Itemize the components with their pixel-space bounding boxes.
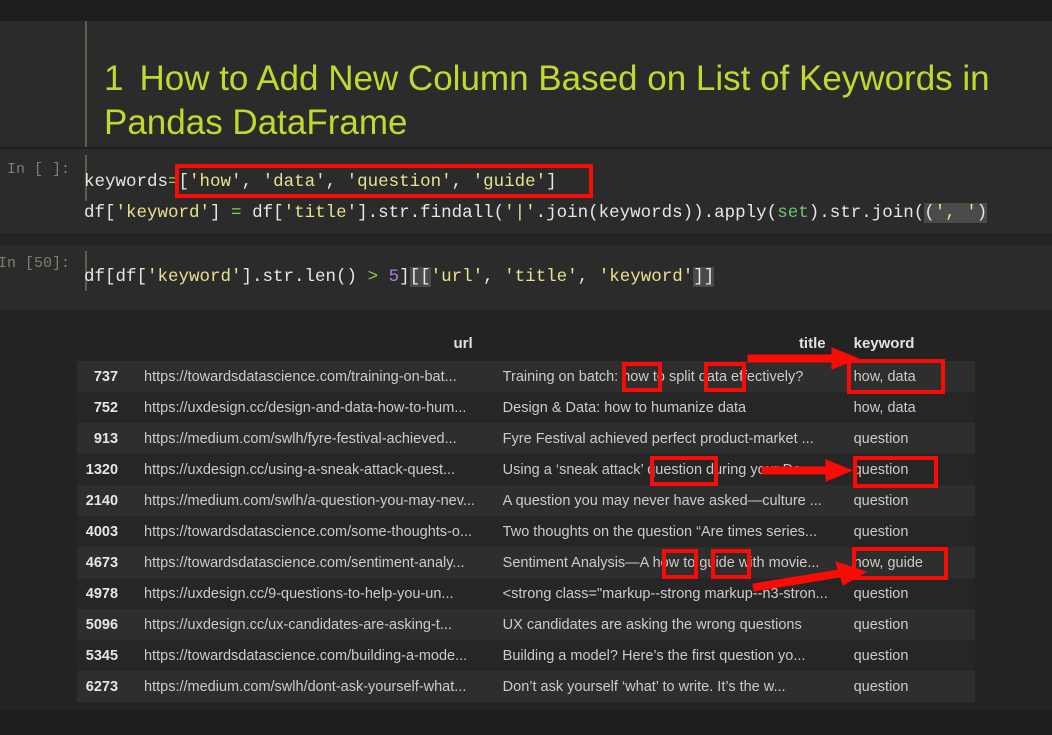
row-keyword: how, data bbox=[842, 392, 975, 423]
row-keyword: question bbox=[842, 609, 975, 640]
row-title: Training on batch: how to split data eff… bbox=[487, 361, 842, 392]
table-row: 2140 https://medium.com/swlh/a-question-… bbox=[77, 485, 975, 516]
table-row: 752 https://uxdesign.cc/design-and-data-… bbox=[77, 392, 975, 423]
row-keyword: how, guide bbox=[842, 547, 975, 578]
row-url: https://towardsdatascience.com/building-… bbox=[130, 640, 487, 671]
table-row: 913 https://medium.com/swlh/fyre-festiva… bbox=[77, 423, 975, 454]
row-title: Don’t ask yourself ‘what’ to write. It’s… bbox=[487, 671, 842, 702]
table-row: 4978 https://uxdesign.cc/9-questions-to-… bbox=[77, 578, 975, 609]
row-index: 4673 bbox=[77, 547, 130, 578]
code-cell-1-gutter: In [ ]: bbox=[0, 149, 72, 233]
column-header-title: title bbox=[487, 325, 842, 361]
row-keyword: question bbox=[842, 516, 975, 547]
row-url: https://uxdesign.cc/ux-candidates-are-as… bbox=[130, 609, 487, 640]
row-index: 6273 bbox=[77, 671, 130, 702]
row-title: UX candidates are asking the wrong quest… bbox=[487, 609, 842, 640]
table-row: 4003 https://towardsdatascience.com/some… bbox=[77, 516, 975, 547]
code-cell-2[interactable]: In [50]: df[df['keyword'].str.len() > 5]… bbox=[0, 245, 1052, 310]
row-keyword: question bbox=[842, 485, 975, 516]
row-title: Using a ‘sneak attack’ question during y… bbox=[487, 454, 842, 485]
code-cell-1[interactable]: In [ ]: keywords=['how', 'data', 'questi… bbox=[0, 149, 1052, 233]
code-cell-2-prompt: In [50]: bbox=[0, 255, 70, 272]
row-index: 913 bbox=[77, 423, 130, 454]
row-url: https://uxdesign.cc/using-a-sneak-attack… bbox=[130, 454, 487, 485]
row-index: 5345 bbox=[77, 640, 130, 671]
row-index: 737 bbox=[77, 361, 130, 392]
row-keyword: question bbox=[842, 423, 975, 454]
dataframe-table: url title keyword 737 https://towardsdat… bbox=[77, 325, 975, 702]
row-url: https://uxdesign.cc/design-and-data-how-… bbox=[130, 392, 487, 423]
row-title: Fyre Festival achieved perfect product-m… bbox=[487, 423, 842, 454]
row-url: https://medium.com/swlh/a-question-you-m… bbox=[130, 485, 487, 516]
code-cell-1-source[interactable]: keywords=['how', 'data', 'question', 'gu… bbox=[84, 167, 987, 229]
table-row: 1320 https://uxdesign.cc/using-a-sneak-a… bbox=[77, 454, 975, 485]
notebook-page: 1How to Add New Column Based on List of … bbox=[0, 0, 1052, 735]
code-line-1: df[df['keyword'].str.len() > 5][['url', … bbox=[84, 267, 714, 287]
row-url: https://medium.com/swlh/dont-ask-yoursel… bbox=[130, 671, 487, 702]
row-title: A question you may never have asked—cult… bbox=[487, 485, 842, 516]
page-title: 1How to Add New Column Based on List of … bbox=[104, 57, 1004, 145]
code-line-1: keywords=['how', 'data', 'question', 'gu… bbox=[84, 172, 557, 192]
row-keyword: question bbox=[842, 640, 975, 671]
row-url: https://towardsdatascience.com/sentiment… bbox=[130, 547, 487, 578]
code-cell-2-source[interactable]: df[df['keyword'].str.len() > 5][['url', … bbox=[84, 262, 714, 293]
row-url: https://towardsdatascience.com/training-… bbox=[130, 361, 487, 392]
row-index: 2140 bbox=[77, 485, 130, 516]
table-row: 737 https://towardsdatascience.com/train… bbox=[77, 361, 975, 392]
row-url: https://towardsdatascience.com/some-thou… bbox=[130, 516, 487, 547]
dataframe-header: url title keyword bbox=[77, 325, 975, 361]
heading-text: How to Add New Column Based on List of K… bbox=[104, 59, 990, 142]
top-strip bbox=[0, 0, 1052, 21]
cell-selection-bar bbox=[85, 21, 87, 147]
cell-gap-1 bbox=[0, 233, 1052, 245]
row-title: Building a model? Here’s the first quest… bbox=[487, 640, 842, 671]
table-row: 6273 https://medium.com/swlh/dont-ask-yo… bbox=[77, 671, 975, 702]
row-index: 5096 bbox=[77, 609, 130, 640]
heading-number: 1 bbox=[104, 59, 123, 98]
row-index: 752 bbox=[77, 392, 130, 423]
row-title: Design & Data: how to humanize data bbox=[487, 392, 842, 423]
markdown-cell[interactable]: 1How to Add New Column Based on List of … bbox=[0, 21, 1052, 147]
row-index: 4003 bbox=[77, 516, 130, 547]
row-keyword: question bbox=[842, 578, 975, 609]
table-row: 5096 https://uxdesign.cc/ux-candidates-a… bbox=[77, 609, 975, 640]
column-header-keyword: keyword bbox=[842, 325, 975, 361]
row-keyword: how, data bbox=[842, 361, 975, 392]
cell-output-area: url title keyword 737 https://towardsdat… bbox=[0, 310, 1052, 710]
column-header-url: url bbox=[130, 325, 487, 361]
row-url: https://uxdesign.cc/9-questions-to-help-… bbox=[130, 578, 487, 609]
table-row: 4673 https://towardsdatascience.com/sent… bbox=[77, 547, 975, 578]
row-index: 4978 bbox=[77, 578, 130, 609]
row-title: <strong class="markup--strong markup--h3… bbox=[487, 578, 842, 609]
table-row: 5345 https://towardsdatascience.com/buil… bbox=[77, 640, 975, 671]
row-keyword: question bbox=[842, 671, 975, 702]
dataframe-body: 737 https://towardsdatascience.com/train… bbox=[77, 361, 975, 702]
code-cell-2-gutter: In [50]: bbox=[0, 245, 72, 310]
row-keyword: question bbox=[842, 454, 975, 485]
column-header-index bbox=[77, 325, 130, 361]
row-url: https://medium.com/swlh/fyre-festival-ac… bbox=[130, 423, 487, 454]
row-index: 1320 bbox=[77, 454, 130, 485]
code-line-2: df['keyword'] = df['title'].str.findall(… bbox=[84, 203, 987, 223]
table-header-row: url title keyword bbox=[77, 325, 975, 361]
code-cell-1-prompt: In [ ]: bbox=[7, 161, 70, 178]
row-title: Two thoughts on the question “Are times … bbox=[487, 516, 842, 547]
row-title: Sentiment Analysis—A how to guide with m… bbox=[487, 547, 842, 578]
